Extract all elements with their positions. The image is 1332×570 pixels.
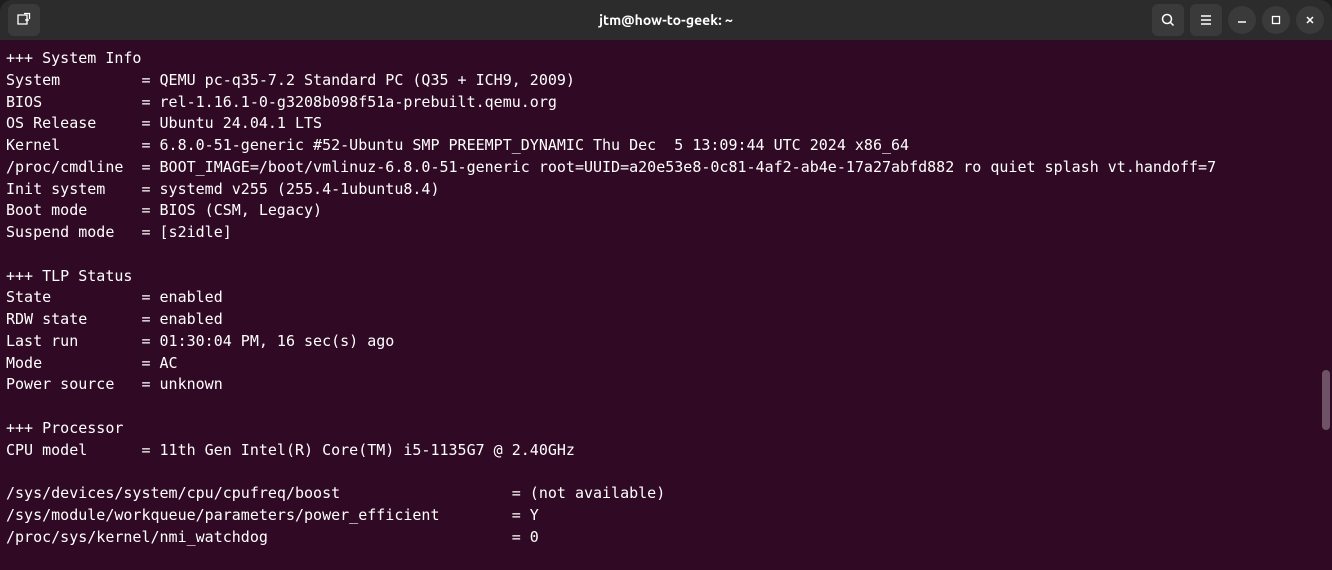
output-line: Last run = 01:30:04 PM, 16 sec(s) ago [6, 332, 394, 350]
output-line: RDW state = enabled [6, 310, 223, 328]
output-line: Init system = systemd v255 (255.4-1ubunt… [6, 180, 439, 198]
maximize-button[interactable] [1262, 6, 1290, 34]
output-line: /sys/devices/system/cpu/cpufreq/boost = … [6, 484, 665, 502]
search-button[interactable] [1152, 4, 1184, 36]
section-header: +++ Processor [6, 419, 123, 437]
terminal-output[interactable]: +++ System Info System = QEMU pc-q35-7.2… [0, 40, 1332, 570]
output-line: BIOS = rel-1.16.1-0-g3208b098f51a-prebui… [6, 93, 557, 111]
output-line: OS Release = Ubuntu 24.04.1 LTS [6, 114, 322, 132]
section-header: +++ System Info [6, 49, 141, 67]
window-title: jtm@how-to-geek: ~ [599, 12, 733, 28]
output-line: /proc/cmdline = BOOT_IMAGE=/boot/vmlinuz… [6, 158, 1216, 176]
scrollbar-thumb[interactable] [1322, 370, 1330, 430]
close-button[interactable] [1296, 6, 1324, 34]
window-titlebar: jtm@how-to-geek: ~ [0, 0, 1332, 40]
section-header: +++ TLP Status [6, 267, 132, 285]
minimize-button[interactable] [1228, 6, 1256, 34]
output-line: Power source = unknown [6, 375, 223, 393]
output-line: Boot mode = BIOS (CSM, Legacy) [6, 201, 322, 219]
output-line: Kernel = 6.8.0-51-generic #52-Ubuntu SMP… [6, 136, 909, 154]
output-line: System = QEMU pc-q35-7.2 Standard PC (Q3… [6, 71, 575, 89]
output-line: /sys/module/workqueue/parameters/power_e… [6, 506, 539, 524]
hamburger-menu-button[interactable] [1190, 4, 1222, 36]
output-line: Suspend mode = [s2idle] [6, 223, 232, 241]
output-line: /proc/sys/kernel/nmi_watchdog = 0 [6, 528, 539, 546]
output-line: Mode = AC [6, 354, 178, 372]
output-line: State = enabled [6, 288, 223, 306]
output-line: CPU model = 11th Gen Intel(R) Core(TM) i… [6, 441, 575, 459]
new-tab-button[interactable] [8, 4, 40, 36]
